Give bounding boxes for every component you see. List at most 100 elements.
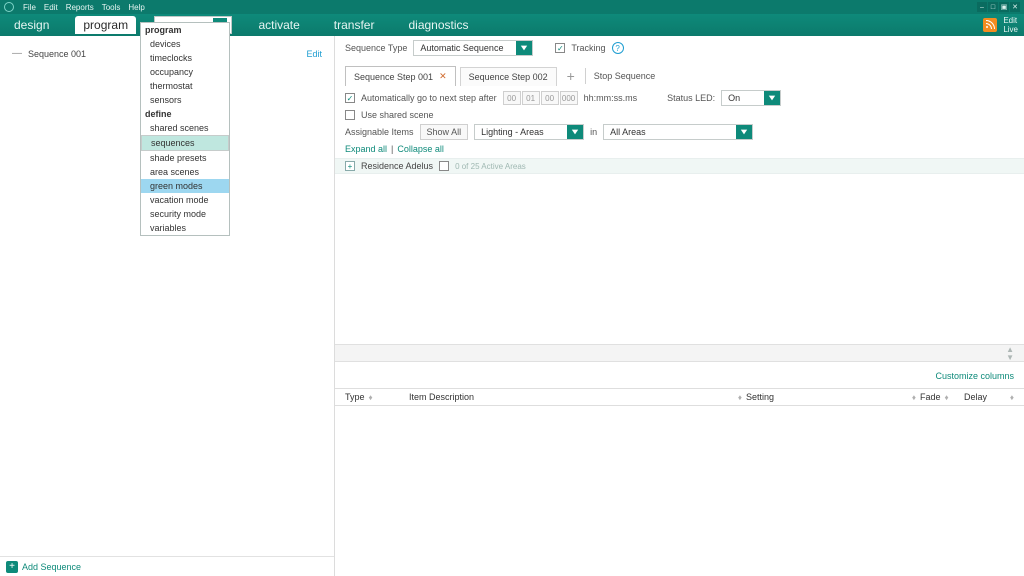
tracking-checkbox[interactable]: ✓ — [555, 43, 565, 53]
rss-icon[interactable] — [983, 18, 997, 32]
dropdown-group-define: define — [141, 107, 229, 121]
col-delay[interactable]: Delay♦ — [964, 392, 1014, 402]
sequence-editor: Sequence Type Automatic Sequence ✓ Track… — [335, 36, 1024, 576]
dropdown-sequences[interactable]: sequences — [141, 135, 229, 151]
add-sequence-footer[interactable]: + Add Sequence — [0, 556, 334, 576]
step-tab-2[interactable]: Sequence Step 002 — [460, 67, 557, 86]
tracking-label: Tracking — [571, 43, 605, 53]
sort-icon: ♦ — [1010, 393, 1014, 402]
time-input[interactable]: 00 01 00 000 — [503, 91, 578, 105]
sequence-type-select[interactable]: Automatic Sequence — [413, 40, 533, 56]
title-bar: File Edit Reports Tools Help – □ ▣ ✕ — [0, 0, 1024, 14]
menu-help[interactable]: Help — [125, 3, 147, 12]
residence-row[interactable]: + Residence Adelus 0 of 25 Active Areas — [335, 158, 1024, 174]
dropdown-sensors[interactable]: sensors — [141, 93, 229, 107]
window-restore-icon[interactable]: ▣ — [999, 2, 1009, 12]
use-shared-label: Use shared scene — [361, 110, 434, 120]
tab-activate[interactable]: activate — [250, 16, 307, 34]
col-type[interactable]: Type♦ — [345, 392, 405, 402]
chevron-down-icon — [516, 41, 532, 55]
divider-pipe: | — [391, 144, 393, 154]
lighting-select[interactable]: Lighting - Areas — [474, 124, 584, 140]
assignable-label: Assignable Items — [345, 127, 414, 137]
customize-columns-link[interactable]: Customize columns — [935, 371, 1014, 381]
collapse-all-link[interactable]: Collapse all — [397, 144, 444, 154]
dropdown-group-program: program — [141, 23, 229, 37]
col-setting[interactable]: Setting♦ — [746, 392, 916, 402]
chevron-down-icon — [736, 125, 752, 139]
use-shared-checkbox[interactable] — [345, 110, 355, 120]
sequence-type-label: Sequence Type — [345, 43, 407, 53]
sequence-edit-link[interactable]: Edit — [306, 49, 322, 59]
dropdown-green-modes[interactable]: green modes — [141, 179, 229, 193]
items-area: + Residence Adelus 0 of 25 Active Areas … — [335, 158, 1024, 576]
time-ss: 00 — [541, 91, 559, 105]
dropdown-occupancy[interactable]: occupancy — [141, 65, 229, 79]
step-tab-2-label: Sequence Step 002 — [469, 72, 548, 82]
help-icon[interactable]: ? — [612, 42, 624, 54]
sort-icon: ♦ — [369, 393, 373, 402]
add-sequence-label: Add Sequence — [22, 562, 81, 572]
actions-table-header: Type♦ Item Description♦ Setting♦ Fade♦ D… — [335, 388, 1024, 406]
time-format-label: hh:mm:ss.ms — [584, 93, 638, 103]
chevron-down-icon — [567, 125, 583, 139]
lighting-value: Lighting - Areas — [475, 127, 567, 137]
menu-reports[interactable]: Reports — [63, 3, 97, 12]
dropdown-area-scenes[interactable]: area scenes — [141, 165, 229, 179]
divider — [585, 68, 586, 84]
step-tab-bar: Sequence Step 001 ✕ Sequence Step 002 + … — [335, 60, 1024, 86]
dropdown-shade-presets[interactable]: shade presets — [141, 151, 229, 165]
close-icon[interactable]: ✕ — [439, 71, 447, 82]
scroll-top-icon[interactable]: ▲ — [1006, 346, 1014, 353]
residence-checkbox[interactable] — [439, 161, 449, 171]
menu-file[interactable]: File — [20, 3, 39, 12]
step-tab-1[interactable]: Sequence Step 001 ✕ — [345, 66, 456, 86]
time-hh: 00 — [503, 91, 521, 105]
stop-sequence-button[interactable]: Stop Sequence — [590, 71, 660, 81]
areas-value: All Areas — [604, 127, 736, 137]
residence-status: 0 of 25 Active Areas — [455, 162, 526, 171]
sequence-name: Sequence 001 — [28, 49, 86, 59]
tab-design[interactable]: design — [6, 16, 57, 34]
residence-name: Residence Adelus — [361, 161, 433, 171]
add-step-button[interactable]: + — [561, 66, 581, 86]
expand-all-link[interactable]: Expand all — [345, 144, 387, 154]
auto-next-checkbox[interactable]: ✓ — [345, 93, 355, 103]
dropdown-vacation-mode[interactable]: vacation mode — [141, 193, 229, 207]
status-led-value: On — [722, 93, 764, 103]
sequence-type-value: Automatic Sequence — [414, 43, 516, 53]
window-close-icon[interactable]: ✕ — [1010, 2, 1020, 12]
plus-icon: + — [6, 561, 18, 573]
status-led-select[interactable]: On — [721, 90, 781, 106]
program-dropdown: program devices timeclocks occupancy the… — [140, 22, 230, 236]
in-label: in — [590, 127, 597, 137]
tab-diagnostics[interactable]: diagnostics — [400, 16, 476, 34]
dropdown-timeclocks[interactable]: timeclocks — [141, 51, 229, 65]
show-all-button[interactable]: Show All — [420, 124, 469, 140]
col-fade[interactable]: Fade♦ — [920, 392, 960, 402]
menu-tools[interactable]: Tools — [99, 3, 124, 12]
time-ms: 000 — [560, 91, 578, 105]
chevron-down-icon — [764, 91, 780, 105]
dropdown-devices[interactable]: devices — [141, 37, 229, 51]
dropdown-shared-scenes[interactable]: shared scenes — [141, 121, 229, 135]
dropdown-variables[interactable]: variables — [141, 221, 229, 235]
menu-edit[interactable]: Edit — [41, 3, 61, 12]
areas-select[interactable]: All Areas — [603, 124, 753, 140]
sort-icon: ♦ — [738, 393, 742, 402]
tab-program[interactable]: program — [75, 16, 136, 34]
sort-icon: ♦ — [912, 393, 916, 402]
tab-transfer[interactable]: transfer — [326, 16, 383, 34]
live-toggle[interactable]: Edit Live — [1003, 16, 1018, 34]
expand-icon[interactable]: + — [345, 161, 355, 171]
scroll-bottom-icon[interactable]: ▼ — [1006, 354, 1014, 361]
dropdown-security-mode[interactable]: security mode — [141, 207, 229, 221]
col-description[interactable]: Item Description♦ — [409, 392, 742, 402]
dropdown-thermostat[interactable]: thermostat — [141, 79, 229, 93]
collapse-icon: — — [12, 48, 22, 59]
window-max-icon[interactable]: □ — [988, 2, 998, 12]
time-mm: 01 — [522, 91, 540, 105]
status-led-label: Status LED: — [667, 93, 715, 103]
window-min-icon[interactable]: – — [977, 2, 987, 12]
sort-icon: ♦ — [945, 393, 949, 402]
